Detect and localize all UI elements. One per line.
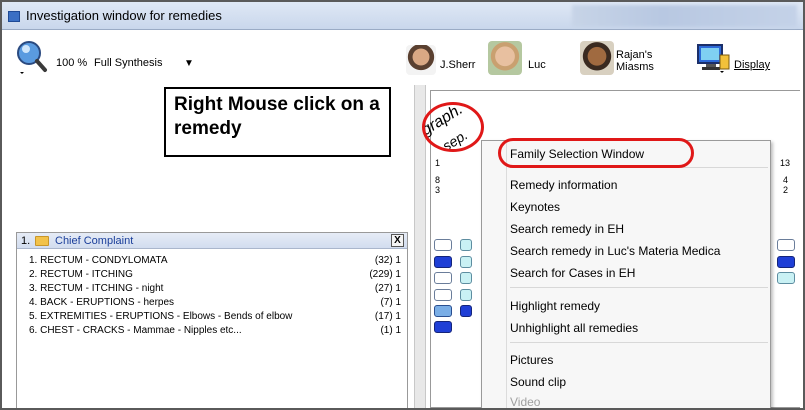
display-button[interactable]: Display [734,59,770,71]
rubric-row[interactable]: 4. BACK - ERUPTIONS - herpes (7) 1 [29,297,401,309]
menu-item-video: Video [510,395,541,409]
menu-item-search-eh[interactable]: Search remedy in EH [510,222,624,236]
menu-item-keynotes[interactable]: Keynotes [510,200,560,214]
blurred-title-region [572,5,797,27]
column-score: 2 [783,185,789,195]
menu-gutter [506,143,507,408]
rubric-count: (229) 1 [369,269,401,280]
context-menu: Family Selection Window Remedy informati… [481,140,771,409]
menu-item-remedy-information[interactable]: Remedy information [510,178,617,192]
rubric-panel: 1. Chief Complaint X 1. RECTUM - CONDYLO… [16,232,408,408]
rubric-row[interactable]: 2. RECTUM - ITCHING (229) 1 [29,269,401,281]
column-number: 13 [780,158,791,168]
expert-label-rajan[interactable]: Rajan's Miasms [616,49,676,73]
expert-avatar-rajan[interactable] [580,41,614,75]
grid-cell[interactable] [434,321,452,333]
rubric-row[interactable]: 5. EXTREMITIES - ERUPTIONS - Elbows - Be… [29,311,401,323]
column-score: 4 [783,175,789,185]
monitor-icon[interactable] [696,43,730,73]
expert-avatar-luc[interactable] [488,41,522,75]
expert-label-sherr[interactable]: J.Sherr [440,59,475,71]
rubric-count: (1) 1 [380,325,401,336]
toolbar: 100 % Full Synthesis ▼ J.Sherr Luc Rajan… [2,31,803,85]
column-score: 8 [435,175,441,185]
rubric-count: (27) 1 [374,283,401,294]
grid-cell[interactable] [460,305,472,317]
grid-cell[interactable] [434,272,452,284]
synthesis-select[interactable]: Full Synthesis [94,57,162,69]
grid-cell[interactable] [777,256,795,268]
window-title: Investigation window for remedies [26,8,222,23]
rubric-count: (7) 1 [380,297,401,308]
column-number: 1 [435,158,441,168]
menu-item-search-luc[interactable]: Search remedy in Luc's Materia Medica [510,244,720,258]
grid-cell[interactable] [460,239,472,251]
grid-cell[interactable] [434,256,452,268]
menu-item-pictures[interactable]: Pictures [510,353,553,367]
rubric-text: 1. RECTUM - CONDYLOMATA [29,255,168,266]
menu-item-unhighlight-all[interactable]: Unhighlight all remedies [510,321,638,335]
menu-separator [510,287,768,288]
instruction-callout: Right Mouse click on a remedy [164,87,391,157]
expert-label-luc[interactable]: Luc [528,59,546,71]
rubric-row[interactable]: 6. CHEST - CRACKS - Mammae - Nipples etc… [29,325,401,337]
grid-cell[interactable] [460,289,472,301]
rubric-count: (17) 1 [374,311,401,322]
title-bar: Investigation window for remedies [2,2,803,30]
expert-avatar-sherr[interactable] [406,45,436,75]
chevron-down-icon[interactable]: ▼ [184,58,194,69]
menu-item-highlight[interactable]: Highlight remedy [510,299,600,313]
rubric-text: 2. RECTUM - ITCHING [29,269,133,280]
rubric-text: 6. CHEST - CRACKS - Mammae - Nipples etc… [29,325,242,336]
rubric-text: 4. BACK - ERUPTIONS - herpes [29,297,175,308]
rubric-row[interactable]: 1. RECTUM - CONDYLOMATA (32) 1 [29,255,401,267]
rubric-text: 5. EXTREMITIES - ERUPTIONS - Elbows - Be… [29,311,293,322]
grid-cell[interactable] [777,272,795,284]
grid-cell[interactable] [460,256,472,268]
rubric-header: 1. Chief Complaint X [17,233,407,249]
column-score: 3 [435,185,441,195]
rubric-count: (32) 1 [374,255,401,266]
highlight-oval-remedy [422,102,484,152]
rubric-text: 3. RECTUM - ITCHING - night [29,283,164,294]
highlight-oval-menu-item [498,138,694,168]
rubric-group-title[interactable]: Chief Complaint [55,235,133,247]
rubric-group-number: 1. [21,235,31,247]
menu-item-sound-clip[interactable]: Sound clip [510,375,566,389]
rubric-row[interactable]: 3. RECTUM - ITCHING - night (27) 1 [29,283,401,295]
window-icon [8,11,20,22]
grid-cell[interactable] [434,289,452,301]
menu-separator [510,342,768,343]
investigation-window: Investigation window for remedies 100 % … [0,0,805,410]
zoom-level: 100 % [56,57,88,69]
menu-item-search-cases[interactable]: Search for Cases in EH [510,266,635,280]
grid-cell[interactable] [434,305,452,317]
grid-cell[interactable] [777,239,795,251]
grid-cell[interactable] [434,239,452,251]
grid-cell[interactable] [460,272,472,284]
magnifier-icon[interactable] [14,39,50,75]
folder-icon [35,236,49,246]
close-button[interactable]: X [391,234,404,247]
